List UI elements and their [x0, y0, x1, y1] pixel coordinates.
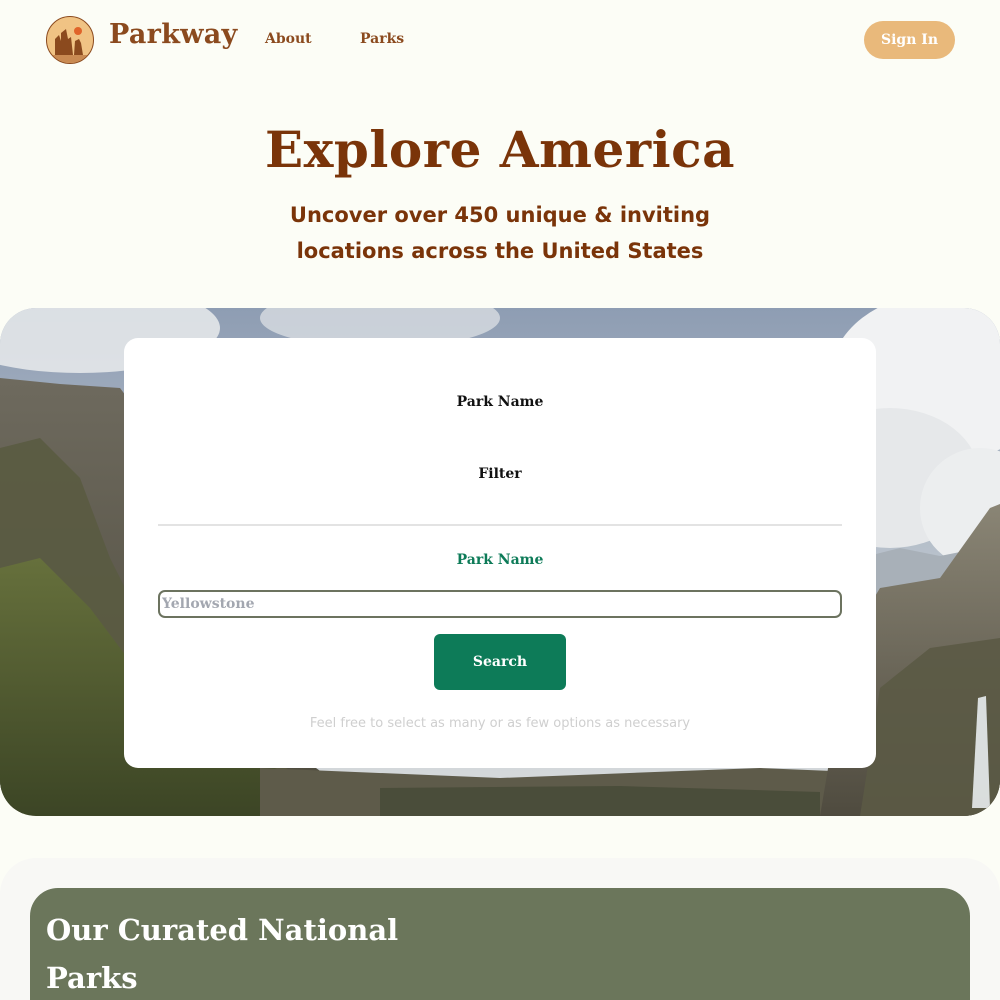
curated-parks-panel: Our Curated National Parks [30, 888, 970, 1000]
park-name-option[interactable]: Park Name [124, 394, 876, 410]
park-name-field-label: Park Name [456, 552, 544, 568]
brand-name[interactable]: Parkway [109, 19, 238, 50]
divider [158, 524, 842, 526]
nav-about[interactable]: About [265, 31, 312, 47]
curated-title: Our Curated National Parks [46, 913, 399, 995]
sign-in-button[interactable]: Sign In [864, 21, 955, 59]
park-name-input[interactable] [158, 590, 842, 618]
logo[interactable] [46, 16, 94, 64]
hero-title: Explore America [265, 120, 735, 179]
hint-text: Feel free to select as many or as few op… [309, 716, 691, 731]
search-button[interactable]: Search [434, 634, 566, 690]
filter-option[interactable]: Filter [124, 466, 876, 482]
hero-subtitle: Uncover over 450 unique & inviting locat… [289, 203, 711, 263]
search-card: Park Name Filter Park Name Search Feel f… [124, 338, 876, 768]
nav-parks[interactable]: Parks [360, 31, 404, 47]
rock-formation-icon [47, 27, 93, 63]
